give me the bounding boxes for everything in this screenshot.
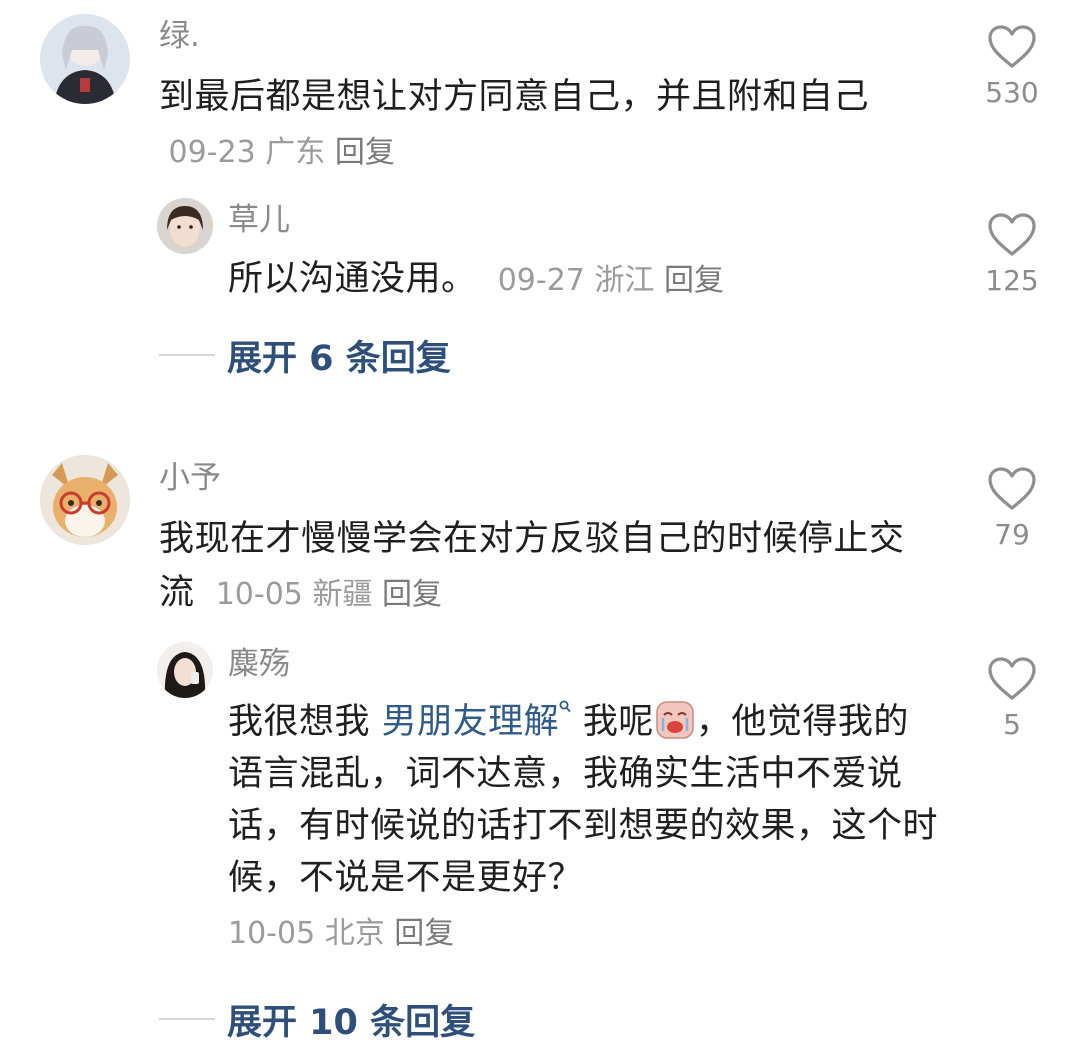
reply-date: 09-27 — [497, 263, 585, 298]
reply-text: 所以沟通没用。 09-27 浙江 回复 — [228, 252, 928, 308]
like-button[interactable]: 125 — [967, 212, 1057, 298]
comment-body: 到最后都是想让对方同意自己，并且附和自己 — [159, 77, 870, 117]
crying-face-emoji-icon — [656, 701, 694, 739]
search-icon — [559, 700, 571, 712]
comment-text: 到最后都是想让对方同意自己，并且附和自己 09-23 广东 回复 — [159, 70, 919, 180]
avatar[interactable] — [40, 14, 130, 104]
comment-date: 09-23 — [168, 135, 256, 170]
avatar[interactable] — [157, 642, 213, 698]
reply-date: 10-05 — [228, 916, 316, 951]
like-count: 79 — [994, 518, 1030, 551]
reply-body-mid: 我呢 — [582, 702, 654, 742]
heart-outline-icon — [988, 25, 1036, 68]
like-count: 125 — [985, 264, 1039, 297]
like-count: 530 — [985, 76, 1039, 109]
heart-outline-icon — [988, 657, 1036, 700]
reply-location: 浙江 — [594, 263, 655, 298]
heart-outline-icon — [988, 213, 1036, 256]
comment-username[interactable]: 小予 — [159, 458, 221, 498]
expand-replies-label: 展开 6 条回复 — [227, 338, 451, 379]
reply-body: 所以沟通没用。 — [228, 259, 477, 299]
search-link[interactable]: 男朋友理解 — [381, 700, 572, 742]
comment-text: 我现在才慢慢学会在对方反驳自己的时候停止交流 10-05 新疆 回复 — [159, 512, 919, 622]
like-count: 5 — [1003, 708, 1021, 741]
divider-line — [159, 354, 215, 356]
expand-replies-button[interactable]: 展开 10 条回复 — [159, 994, 475, 1044]
reply-username[interactable]: 草儿 — [228, 200, 290, 240]
comment-location: 广东 — [265, 135, 326, 170]
avatar[interactable] — [157, 198, 213, 254]
expand-replies-label: 展开 10 条回复 — [227, 1002, 476, 1043]
comment-username[interactable]: 绿. — [159, 16, 200, 56]
reply-button[interactable]: 回复 — [382, 577, 442, 612]
divider-line — [159, 1018, 215, 1020]
reply-button[interactable]: 回复 — [664, 263, 724, 298]
comment-meta: 10-05 新疆 回复 — [206, 577, 442, 612]
like-button[interactable]: 5 — [967, 656, 1057, 742]
reply-meta: 10-05 北京 回复 — [228, 914, 454, 954]
reply-username[interactable]: 麋殇 — [228, 644, 290, 684]
heart-outline-icon — [988, 467, 1036, 510]
like-button[interactable]: 530 — [967, 24, 1057, 110]
comment-location: 新疆 — [312, 577, 373, 612]
search-link-label: 男朋友理解 — [381, 702, 560, 742]
expand-replies-button[interactable]: 展开 6 条回复 — [159, 330, 451, 380]
avatar[interactable] — [40, 455, 130, 545]
reply-button[interactable]: 回复 — [335, 135, 395, 170]
reply-location: 北京 — [324, 916, 385, 951]
reply-button[interactable]: 回复 — [394, 916, 454, 951]
reply-meta: 09-27 浙江 回复 — [488, 263, 724, 298]
comment-meta: 09-23 广东 回复 — [159, 135, 395, 170]
like-button[interactable]: 79 — [967, 466, 1057, 552]
reply-body-start: 我很想我 — [228, 702, 371, 742]
reply-text: 我很想我 男朋友理解 我呢 ，他觉得我的语言混乱，词不达意，我确实生活中不爱说话… — [228, 696, 938, 904]
comment-date: 10-05 — [215, 577, 303, 612]
